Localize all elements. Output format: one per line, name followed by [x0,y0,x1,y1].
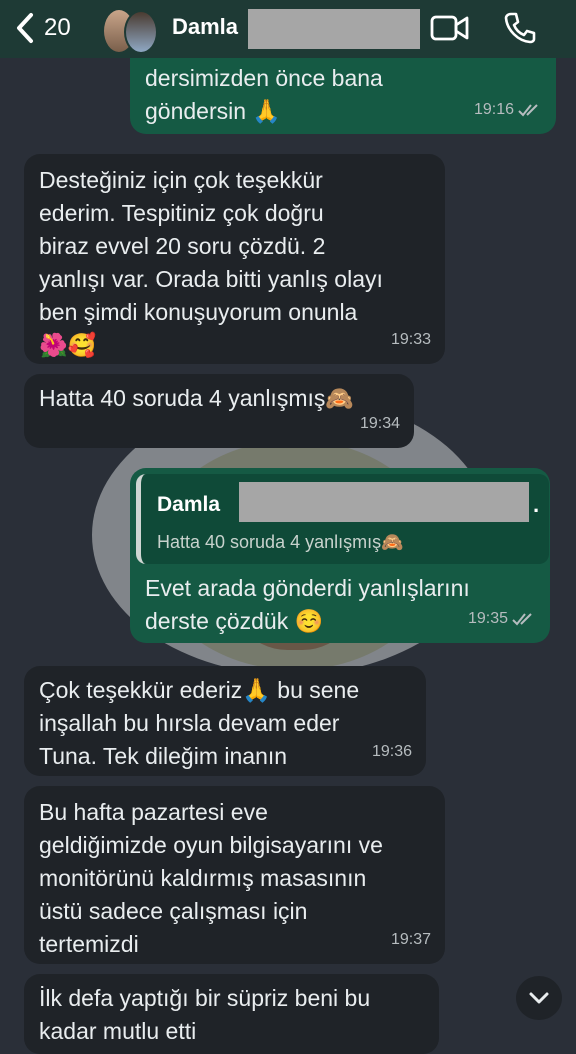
message-bubble-outgoing-reply[interactable]: Damla . Hatta 40 soruda 4 yanlışmış🙈 Eve… [130,468,550,643]
message-meta: 19:34 [360,407,400,440]
contact-name[interactable]: Damla [172,14,238,40]
message-meta: 19:35 [468,602,536,635]
message-time: 19:34 [359,415,400,432]
back-chevron-icon [10,10,40,46]
message-bubble-incoming[interactable]: İlk defa yaptığı bir süpriz beni bu kada… [24,974,439,1054]
message-meta: 19:33 [391,323,431,356]
scroll-to-bottom-button[interactable] [516,976,562,1020]
message-text: Bu hafta pazartesi eve geldiğimizde oyun… [39,799,383,957]
message-time: 19:33 [390,331,431,348]
message-time: 19:35 [467,610,508,627]
quoted-sender-suffix: . [533,492,540,517]
back-button[interactable]: 20 [10,10,71,46]
message-text: Hatta 40 soruda 4 yanlışmış🙈 [39,385,355,411]
quoted-sender: Damla [157,493,221,516]
message-bubble-incoming[interactable]: Çok teşekkür ederiz🙏 bu sene inşallah bu… [24,666,426,776]
chat-header: 20 Damla [0,0,576,58]
message-text: Evet arada gönderdi yanlışlarını derste … [145,575,470,634]
message-meta: 19:16 [474,93,542,126]
message-text: Desteğiniz için çok teşekkür ederim. Tes… [39,167,383,358]
quoted-text: Hatta 40 soruda 4 yanlışmış🙈 [157,532,404,552]
message-bubble-incoming[interactable]: Desteğiniz için çok teşekkür ederim. Tes… [24,154,445,364]
avatar[interactable] [102,6,158,54]
message-time: 19:36 [371,743,412,760]
redacted-box [248,9,420,49]
message-meta: 19:36 [372,735,412,768]
quoted-message[interactable]: Damla . Hatta 40 soruda 4 yanlışmış🙈 [136,474,549,564]
message-text: İlk defa yaptığı bir süpriz beni bu kada… [39,985,371,1044]
message-meta: 19:37 [391,923,431,956]
chevron-down-icon [529,992,549,1004]
phone-call-icon[interactable] [503,11,537,45]
read-ticks-icon [518,103,538,116]
message-time: 19:37 [390,931,431,948]
read-ticks-icon [512,612,532,625]
message-bubble-incoming[interactable]: Hatta 40 soruda 4 yanlışmış🙈 19:34 [24,374,414,448]
message-text: dersimizden önce bana göndersin 🙏 [145,65,383,124]
video-call-icon[interactable] [430,11,470,45]
message-text: Çok teşekkür ederiz🙏 bu sene inşallah bu… [39,677,360,769]
redacted-box [239,482,529,522]
unread-count: 20 [44,14,71,41]
message-bubble-incoming[interactable]: Bu hafta pazartesi eve geldiğimizde oyun… [24,786,445,964]
message-time: 19:16 [473,101,514,118]
